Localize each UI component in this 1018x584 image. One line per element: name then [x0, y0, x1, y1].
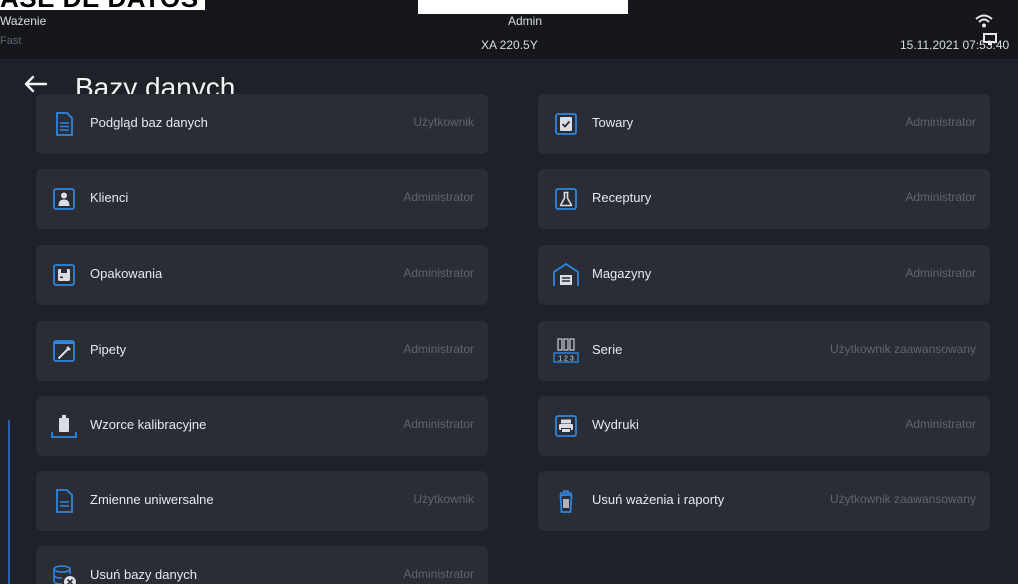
- tile-label: Towary: [592, 115, 634, 130]
- tile-label: Magazyny: [592, 266, 652, 281]
- tile-series[interactable]: 1 2 3 Serie Użytkownik zaawansowany: [538, 321, 990, 381]
- tile-label: Opakowania: [90, 266, 163, 281]
- left-edge-line: [8, 420, 10, 584]
- flask-icon: [555, 188, 577, 210]
- person-icon: [53, 188, 75, 210]
- tile-pipettes[interactable]: Pipety Administrator: [36, 321, 488, 381]
- tile-label: Usuń ważenia i raporty: [592, 492, 725, 507]
- tile-role: Administrator: [905, 190, 976, 204]
- profile-label: Fast: [0, 35, 22, 47]
- model-label: XA 220.5Y: [481, 38, 538, 52]
- tile-universal-variables[interactable]: Zmienne uniwersalne Użytkownik: [36, 471, 488, 531]
- tile-label: Klienci: [90, 190, 129, 205]
- calibration-weight-icon: [51, 415, 77, 438]
- printer-icon: [555, 415, 577, 437]
- tile-label: Wydruki: [592, 417, 639, 432]
- wifi-icon: [975, 14, 993, 28]
- pipette-icon: [53, 340, 75, 362]
- tile-role: Administrator: [905, 115, 976, 129]
- tile-recipes[interactable]: Receptury Administrator: [538, 169, 990, 229]
- tile-role: Użytkownik zaawansowany: [829, 342, 976, 356]
- svg-text:1 2 3: 1 2 3: [558, 356, 574, 363]
- tile-label: Receptury: [592, 190, 652, 205]
- mode-label: Ważenie: [0, 14, 47, 28]
- product-box-icon: [555, 113, 577, 135]
- user-label: Admin: [508, 14, 543, 28]
- tile-role: Administrator: [403, 342, 474, 356]
- tile-role: Administrator: [403, 417, 474, 431]
- package-icon: [53, 264, 75, 286]
- document-list-icon: [56, 112, 73, 136]
- tile-database-preview[interactable]: Podgląd baz danych Użytkownik: [36, 94, 488, 154]
- warehouse-icon: [553, 262, 579, 286]
- tile-calibration-weights[interactable]: Wzorce kalibracyjne Administrator: [36, 396, 488, 456]
- tile-delete-databases[interactable]: Usuń bazy danych Administrator: [36, 546, 488, 584]
- tile-label: Serie: [592, 342, 623, 357]
- tile-role: Użytkownik zaawansowany: [829, 492, 976, 506]
- tile-role: Administrator: [403, 567, 474, 581]
- tile-label: Zmienne uniwersalne: [90, 492, 214, 507]
- tile-printouts[interactable]: Wydruki Administrator: [538, 396, 990, 456]
- monitor-icon: [983, 32, 997, 45]
- tile-clients[interactable]: Klienci Administrator: [36, 169, 488, 229]
- tile-role: Użytkownik: [413, 115, 474, 129]
- tile-products[interactable]: Towary Administrator: [538, 94, 990, 154]
- top-white-tab: [418, 0, 628, 14]
- status-icons: [975, 12, 1018, 48]
- tile-role: Administrator: [403, 266, 474, 280]
- document-heading: ASE DE DATOS: [0, 0, 205, 11]
- tile-label: Podgląd baz danych: [90, 115, 208, 130]
- trash-icon: [559, 490, 573, 513]
- tile-label: Wzorce kalibracyjne: [90, 417, 207, 432]
- delete-database-icon: [53, 565, 76, 584]
- tile-label: Usuń bazy danych: [90, 567, 197, 582]
- document-variables-icon: [56, 489, 73, 513]
- tile-warehouses[interactable]: Magazyny Administrator: [538, 245, 990, 305]
- tile-role: Użytkownik: [413, 492, 474, 506]
- tile-delete-weighings-reports[interactable]: Usuń ważenia i raporty Użytkownik zaawan…: [538, 471, 990, 531]
- tile-role: Administrator: [403, 190, 474, 204]
- tile-role: Administrator: [905, 417, 976, 431]
- series-icon: 1 2 3: [553, 338, 579, 363]
- tile-packaging[interactable]: Opakowania Administrator: [36, 245, 488, 305]
- tile-label: Pipety: [90, 342, 127, 357]
- tile-role: Administrator: [905, 266, 976, 280]
- app-frame: Ważenie Fast Admin XA 220.5Y 15.11.2021 …: [0, 0, 1018, 584]
